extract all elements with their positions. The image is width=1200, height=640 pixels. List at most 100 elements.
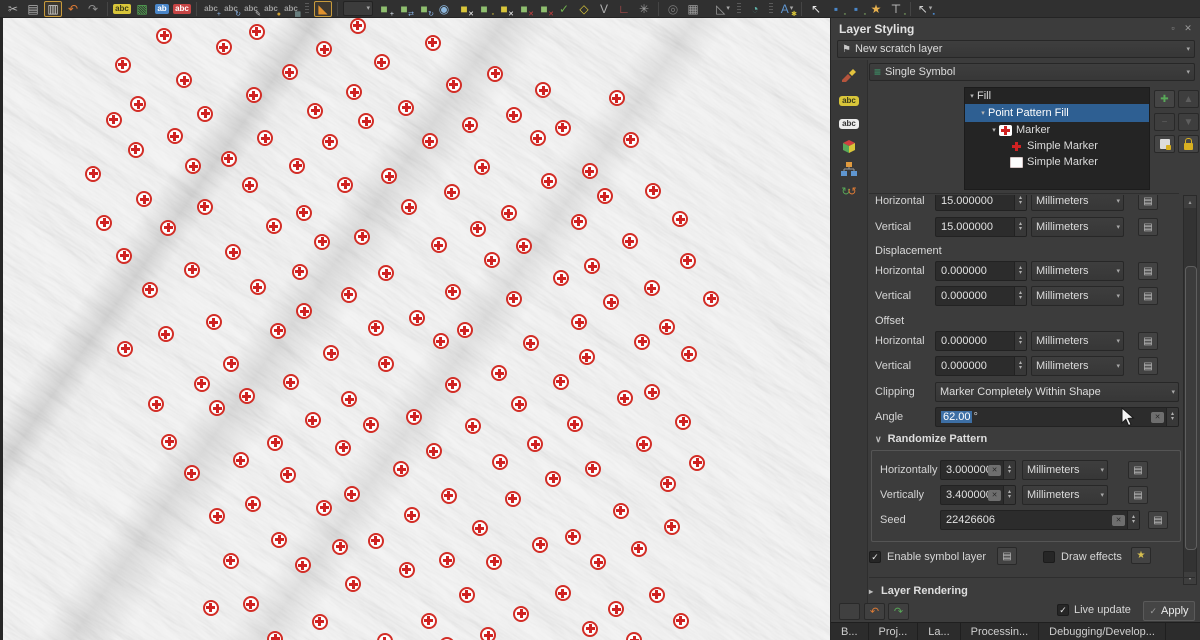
move-up-button[interactable]: ▲ bbox=[1178, 90, 1199, 108]
highlight-pinned-labels-icon[interactable]: abc bbox=[173, 1, 191, 17]
randomize-vertical-unit-combo[interactable]: Millimeters▾ bbox=[1022, 485, 1108, 505]
scale-feature-icon[interactable]: ◉ bbox=[435, 1, 453, 17]
clipping-combo[interactable]: Marker Completely Within Shape▾ bbox=[935, 382, 1179, 402]
tab-diagrams[interactable] bbox=[835, 158, 863, 180]
undo-style-button[interactable]: ↶ bbox=[864, 603, 885, 620]
tab-masks[interactable]: abc bbox=[835, 113, 863, 135]
data-defined-override-button[interactable]: ▤ bbox=[997, 547, 1017, 565]
spinner-arrows[interactable]: ▴▾ bbox=[1014, 195, 1026, 210]
data-defined-override-button[interactable]: ▤ bbox=[1138, 332, 1158, 350]
redo-icon[interactable]: ↷ bbox=[84, 1, 102, 17]
cut-features-icon[interactable]: ✂ bbox=[4, 1, 22, 17]
symbol-tree-row[interactable]: ▾Fill bbox=[965, 88, 1149, 104]
enable-symbol-layer-checkbox[interactable]: ✓ bbox=[869, 551, 881, 563]
toolbar-drag-handle[interactable] bbox=[769, 3, 773, 15]
dock-tab[interactable]: B... bbox=[831, 623, 869, 640]
expander-icon[interactable]: ▾ bbox=[978, 109, 988, 117]
fill-ring-icon[interactable]: ■✕ bbox=[495, 1, 513, 17]
measure-icon[interactable]: ◺▾ bbox=[714, 1, 732, 17]
randomize-horizontal-input[interactable]: 3.000000 ✕ ▴▾ bbox=[940, 460, 1016, 480]
tab-3d-view[interactable] bbox=[835, 136, 863, 158]
copy-and-move-feature-icon[interactable]: ■⇄ bbox=[395, 1, 413, 17]
randomize-vertical-input[interactable]: 3.400000 ✕ ▴▾ bbox=[940, 485, 1016, 505]
delete-ring-icon[interactable]: ■✕ bbox=[515, 1, 533, 17]
change-label-properties-icon[interactable]: abc✎ bbox=[242, 1, 260, 17]
symbol-tree-row[interactable]: ▾Marker bbox=[965, 122, 1149, 138]
redo-style-button[interactable]: ↷ bbox=[888, 603, 909, 620]
displacement-vertical-input[interactable]: 0.000000 ▴▾ bbox=[935, 286, 1027, 306]
displacement-vertical-unit-combo[interactable]: Millimeters▾ bbox=[1031, 286, 1124, 306]
data-defined-override-button[interactable]: ▤ bbox=[1138, 357, 1158, 375]
data-defined-override-button[interactable]: ▤ bbox=[1138, 262, 1158, 280]
customize-effects-button[interactable]: ★ bbox=[1131, 547, 1151, 564]
renderer-combo[interactable]: ≡ Single Symbol ▾ bbox=[869, 63, 1195, 81]
layer-diagram-options-icon[interactable]: ▧ bbox=[133, 1, 151, 17]
remove-symbol-layer-button[interactable]: − bbox=[1154, 113, 1175, 131]
undo-icon[interactable]: ↶ bbox=[64, 1, 82, 17]
draw-effects-checkbox[interactable] bbox=[1043, 551, 1055, 563]
scrollbar-thumb[interactable] bbox=[1185, 266, 1197, 550]
offset-vertical-input[interactable]: 0.000000 ▴▾ bbox=[935, 356, 1027, 376]
spinner-arrows[interactable]: ▴▾ bbox=[1014, 218, 1026, 236]
move-down-button[interactable]: ▼ bbox=[1178, 113, 1199, 131]
dock-tab[interactable]: Debugging/Develop... bbox=[1039, 623, 1166, 640]
angle-input[interactable]: 62.00° ✕ ▴▾ bbox=[935, 407, 1179, 427]
spacing-vertical-unit-combo[interactable]: Millimeters▾ bbox=[1031, 217, 1124, 237]
save-symbol-button[interactable] bbox=[1154, 135, 1175, 153]
reshape-features-icon[interactable]: ◇ bbox=[575, 1, 593, 17]
split-features-icon[interactable]: V bbox=[595, 1, 613, 17]
tab-symbology[interactable] bbox=[835, 64, 863, 86]
text-format-icon[interactable]: A✱▾ bbox=[778, 1, 796, 17]
lock-colors-button[interactable] bbox=[1178, 135, 1199, 153]
spinner-arrows[interactable]: ▴▾ bbox=[1166, 408, 1178, 426]
offset-horizontal-unit-combo[interactable]: Millimeters▾ bbox=[1031, 331, 1124, 351]
spinner-arrows[interactable]: ▴▾ bbox=[1014, 262, 1026, 280]
digitizing-target-combo[interactable]: ▾ bbox=[343, 1, 373, 16]
advanced-digitizing-icon[interactable]: ◣ bbox=[314, 1, 332, 17]
data-defined-override-button[interactable]: ▤ bbox=[1128, 486, 1148, 504]
data-defined-override-button[interactable]: ▤ bbox=[1128, 461, 1148, 479]
expander-icon[interactable]: ▾ bbox=[967, 92, 977, 100]
data-defined-override-button[interactable]: ▤ bbox=[1138, 287, 1158, 305]
tab-history[interactable]: ↻ ↺ bbox=[835, 180, 863, 202]
copy-features-icon[interactable]: ▤ bbox=[24, 1, 42, 17]
properties-scrollbar[interactable]: ▴ ▾ bbox=[1183, 195, 1197, 585]
map-canvas[interactable] bbox=[0, 18, 830, 640]
add-ring-icon[interactable]: ■▫ bbox=[475, 1, 493, 17]
spinner-arrows[interactable]: ▴▾ bbox=[1127, 511, 1139, 529]
spacing-horizontal-unit-combo[interactable]: Millimeters▾ bbox=[1031, 195, 1124, 211]
layer-labeling-options-icon[interactable]: abc bbox=[113, 1, 131, 17]
rotate-label-icon[interactable]: abc↻ bbox=[222, 1, 240, 17]
dock-tab[interactable]: Proj... bbox=[869, 623, 919, 640]
pin-unpin-labels-icon[interactable]: ab bbox=[153, 1, 171, 17]
temporal-controller-icon[interactable]: ◔ bbox=[746, 1, 764, 17]
symbol-tree-row[interactable]: Simple Marker bbox=[965, 138, 1149, 154]
displacement-horizontal-unit-combo[interactable]: Millimeters▾ bbox=[1031, 261, 1124, 281]
layer-rendering-header[interactable]: ▸ Layer Rendering bbox=[869, 585, 968, 597]
annotation-circles-icon[interactable]: ◎ bbox=[664, 1, 682, 17]
float-panel-icon[interactable]: ▫ bbox=[1167, 22, 1179, 34]
move-feature-icon[interactable]: ■+ bbox=[375, 1, 393, 17]
vertex-tool-icon[interactable]: ✳ bbox=[635, 1, 653, 17]
data-defined-override-button[interactable]: ▤ bbox=[1138, 218, 1158, 236]
survey-pole-icon[interactable]: ⊤▫ bbox=[887, 1, 905, 17]
spinner-arrows[interactable]: ▴▾ bbox=[1014, 357, 1026, 375]
tab-labels[interactable]: abc bbox=[835, 90, 863, 112]
spinner-arrows[interactable]: ▴▾ bbox=[1014, 287, 1026, 305]
offset-curve-icon[interactable]: ✓ bbox=[555, 1, 573, 17]
favorites-star-icon[interactable]: ★ bbox=[867, 1, 885, 17]
simplify-feature-icon[interactable]: ■✕ bbox=[455, 1, 473, 17]
close-panel-icon[interactable]: ✕ bbox=[1182, 22, 1194, 34]
rotate-feature-icon[interactable]: ■↻ bbox=[415, 1, 433, 17]
toolbar-drag-handle[interactable] bbox=[305, 3, 309, 15]
data-defined-override-button[interactable]: ▤ bbox=[1148, 511, 1168, 529]
live-update-checkbox[interactable]: ✓ bbox=[1057, 604, 1069, 616]
paste-features-icon[interactable]: ▥ bbox=[44, 1, 62, 17]
apply-button[interactable]: ✓ Apply bbox=[1143, 601, 1195, 621]
spacing-vertical-input[interactable]: 15.000000 ▴▾ bbox=[935, 217, 1027, 237]
spacing-horizontal-input[interactable]: 15.000000 ▴▾ bbox=[935, 195, 1027, 211]
vertex-editor-icon[interactable]: ▪▫ bbox=[827, 1, 845, 17]
symbol-tree-row[interactable]: ▾Point Pattern Fill bbox=[965, 104, 1149, 122]
scroll-up-icon[interactable]: ▴ bbox=[1184, 196, 1196, 208]
dock-tab[interactable]: La... bbox=[918, 623, 960, 640]
